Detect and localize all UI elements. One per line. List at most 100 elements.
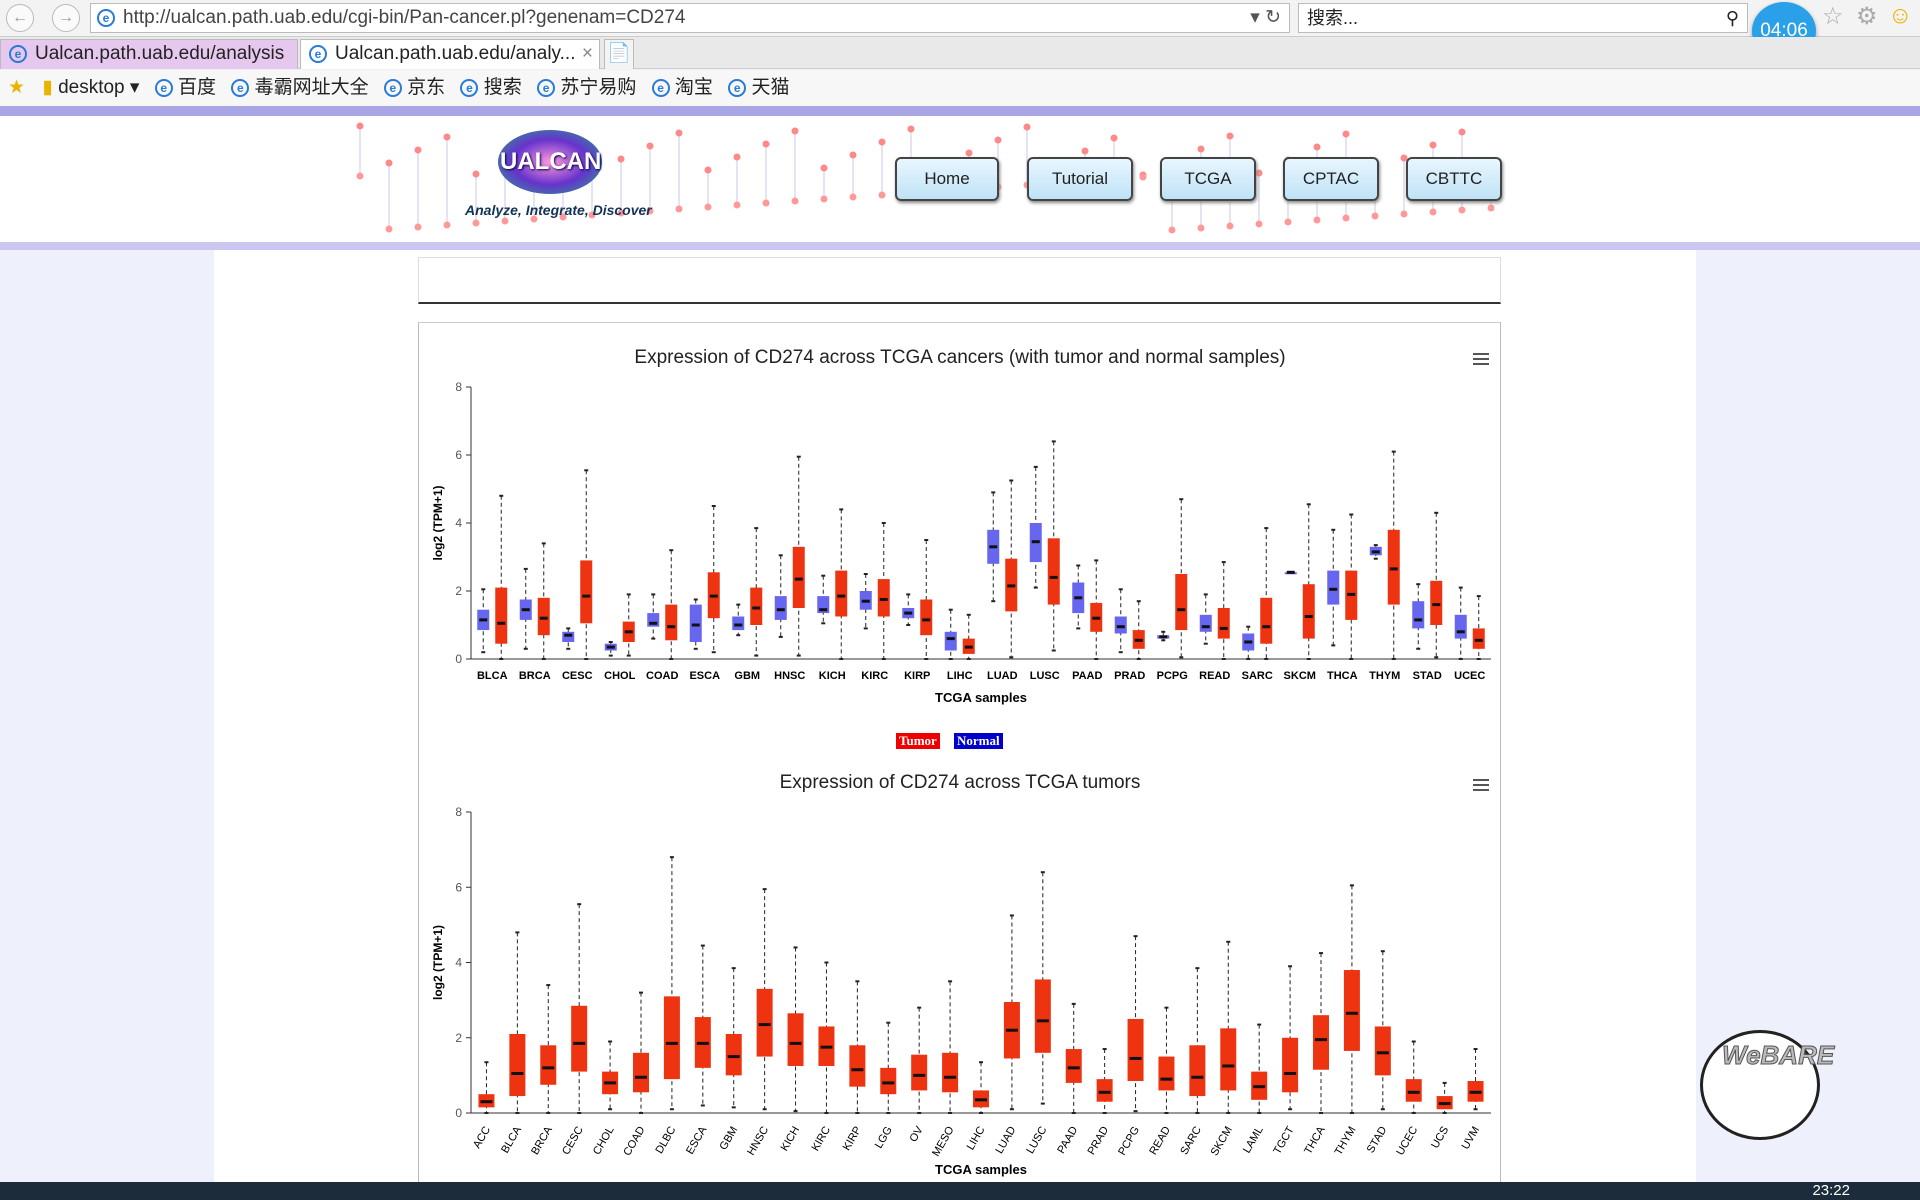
decoration-dot: [472, 219, 480, 227]
box-tumor: [1282, 1037, 1299, 1093]
bookmark-item[interactable]: e 搜索: [460, 77, 522, 98]
bookmark-item[interactable]: e 京东: [383, 77, 445, 98]
bookmark-item[interactable]: e 淘宝: [651, 77, 713, 98]
bookmarks-bar: ★ ▮ desktop ▾ e 百度 e 毒霸网址大全 e 京东 e 搜索 e …: [0, 70, 1920, 106]
x-tick-label: BLCA: [499, 1124, 524, 1155]
x-tick-label: CHOL: [604, 670, 635, 682]
box-normal: [774, 596, 787, 620]
box-tumor: [1343, 970, 1360, 1051]
bookmark-item[interactable]: e 天猫: [728, 77, 790, 98]
chart-menu-icon[interactable]: [1473, 353, 1489, 365]
decoration-dot: [1110, 134, 1118, 142]
bookmark-desktop[interactable]: ▮ desktop ▾: [42, 77, 139, 98]
bookmark-item[interactable]: e 毒霸网址大全: [231, 77, 369, 98]
box-normal: [1327, 570, 1340, 605]
box-tumor: [633, 1052, 649, 1093]
decoration-dot: [994, 136, 1002, 144]
url-input[interactable]: e http://ualcan.path.uab.edu/cgi-bin/Pan-…: [90, 3, 1290, 33]
box-normal: [1199, 614, 1212, 632]
search-input[interactable]: 搜索... ⚲: [1298, 3, 1748, 33]
box-tumor: [540, 1045, 557, 1085]
nav-cbttc[interactable]: CBTTC: [1406, 157, 1502, 201]
box-tumor: [942, 1052, 959, 1093]
x-tick-label: PRAD: [1114, 670, 1145, 682]
box-tumor: [665, 604, 678, 641]
x-tick-label: BRCA: [519, 670, 551, 682]
box-tumor: [849, 1045, 866, 1087]
ie-icon: e: [154, 78, 173, 97]
decoration-dot: [385, 225, 393, 233]
decoration-dot: [1429, 141, 1437, 149]
x-tick-label: KICH: [819, 670, 846, 682]
x-tick-label: STAD: [1365, 1124, 1390, 1155]
logo-tagline: Analyze, Integrate, Discover: [465, 202, 652, 218]
smiley-icon[interactable]: ☺: [1888, 2, 1913, 30]
favorites-star-icon[interactable]: ★: [8, 77, 25, 98]
folder-icon: ▮: [42, 77, 53, 98]
y-tick-label: 2: [455, 584, 462, 598]
nav-tutorial[interactable]: Tutorial: [1027, 157, 1133, 201]
box-tumor: [1472, 628, 1485, 649]
ie-icon: e: [460, 78, 479, 97]
decoration-dot: [1255, 220, 1263, 228]
x-tick-label: THYM: [1369, 670, 1400, 682]
x-tick-label: LUSC: [1024, 1124, 1049, 1155]
decoration-dot: [1139, 173, 1147, 181]
tab-active[interactable]: e Ualcan.path.uab.edu/analy... ×: [300, 39, 600, 69]
taskbar-clock: 23:22: [1812, 1182, 1850, 1199]
box-tumor: [750, 587, 763, 625]
x-tick-label: PRAD: [1086, 1124, 1112, 1157]
decoration-dot: [675, 129, 683, 137]
box-tumor: [1260, 597, 1273, 644]
chart-menu-icon[interactable]: [1473, 779, 1489, 791]
new-tab-button[interactable]: 📄: [604, 39, 634, 69]
box-tumor: [725, 1033, 742, 1076]
y-tick-label: 4: [455, 516, 462, 530]
favorite-star-icon[interactable]: ☆: [1822, 2, 1844, 31]
decoration-dot: [385, 159, 393, 167]
decoration-dot: [1487, 204, 1495, 212]
box-normal: [944, 631, 957, 651]
legend-tumor: Tumor: [896, 733, 940, 749]
decoration-dot: [820, 195, 828, 203]
decoration-dot: [1342, 130, 1350, 138]
box-normal: [1454, 614, 1467, 639]
x-tick-label: LIHC: [947, 670, 973, 682]
close-tab-icon[interactable]: ×: [582, 40, 593, 68]
decoration-dot: [704, 203, 712, 211]
tab-analysis[interactable]: e Ualcan.path.uab.edu/analysis: [0, 39, 298, 69]
header-band-bottom: [0, 242, 1920, 250]
bookmark-item[interactable]: e 百度: [154, 77, 216, 98]
x-tick-label: PCPG: [1157, 670, 1188, 682]
x-tick-label: LIHC: [965, 1124, 988, 1152]
search-icon[interactable]: ⚲: [1726, 4, 1739, 32]
x-tick-label: SKCM: [1209, 1125, 1235, 1159]
decoration-dot: [1458, 128, 1466, 136]
box-tumor: [1405, 1079, 1422, 1102]
x-tick-label: THYM: [1333, 1125, 1359, 1158]
decoration-dot: [762, 140, 770, 148]
gear-icon[interactable]: ⚙: [1856, 2, 1878, 31]
decoration-dot: [733, 201, 741, 209]
back-button[interactable]: ←: [6, 4, 34, 32]
nav-cptac[interactable]: CPTAC: [1283, 157, 1379, 201]
x-tick-label: UCEC: [1454, 670, 1485, 682]
bookmark-item[interactable]: e 苏宁易购: [537, 77, 636, 98]
x-tick-label: KIRP: [841, 1125, 864, 1153]
ie-icon: e: [537, 78, 556, 97]
box-normal: [732, 616, 745, 631]
nav-tcga[interactable]: TCGA: [1160, 157, 1256, 201]
ie-icon: e: [97, 9, 115, 27]
decoration-dot: [1255, 169, 1263, 177]
decoration-dot: [414, 146, 422, 154]
decoration-dot: [1226, 222, 1234, 230]
x-tick-label: KIRP: [904, 670, 930, 682]
chart-tumor-normal: Expression of CD274 across TCGA cancers …: [431, 347, 1491, 705]
nav-home[interactable]: Home: [895, 157, 999, 201]
decoration-dot: [965, 149, 973, 157]
refresh-icon[interactable]: ▾ ↻: [1250, 4, 1281, 32]
chart-tumors: Expression of CD274 across TCGA tumors 0 2…: [431, 772, 1491, 1177]
forward-button[interactable]: →: [52, 4, 80, 32]
y-axis-label: log2 (TPM+1): [431, 925, 445, 1000]
we-bare-bears-sticker-text: WeBARE: [1721, 1040, 1835, 1071]
